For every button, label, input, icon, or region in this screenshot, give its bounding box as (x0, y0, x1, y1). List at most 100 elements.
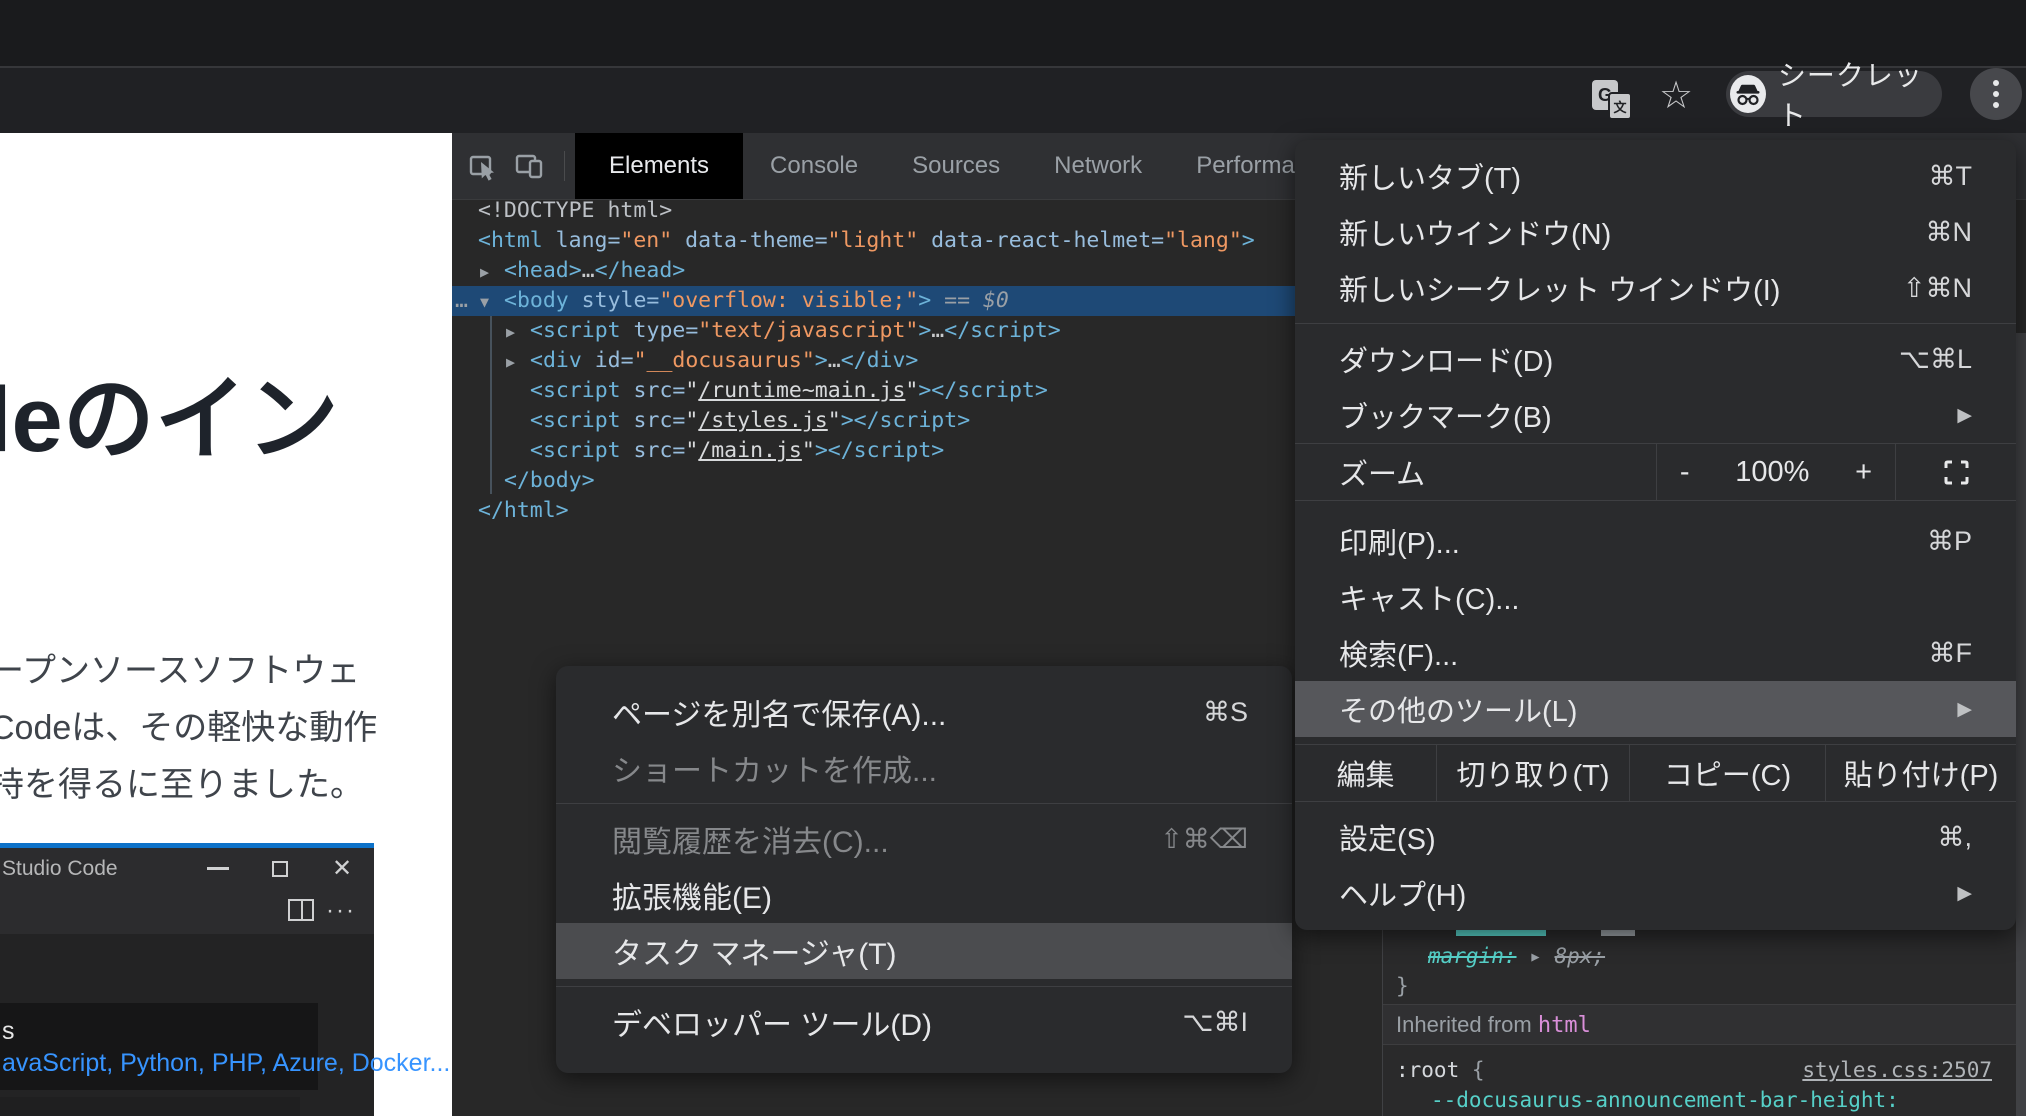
code-token: " (828, 408, 841, 433)
inspect-element-icon[interactable] (468, 151, 498, 181)
dom-node-line[interactable]: </body> (452, 466, 1434, 496)
devtools-tab-console[interactable]: Console (743, 133, 885, 199)
shorthand-expand-icon[interactable]: ▸ (1529, 944, 1542, 968)
code-token: "light" (828, 228, 919, 253)
devtools-tab-elements[interactable]: Elements (575, 133, 743, 199)
code-token: <!DOCTYPE html> (478, 198, 672, 223)
submenu-arrow-icon: ▶ (1957, 882, 1972, 905)
clipped-row-fragment (1456, 930, 1546, 936)
main-menu-item[interactable]: 設定(S)⌘, (1295, 809, 2016, 865)
zoom-level-value: 100% (1735, 456, 1809, 489)
code-token: style= (569, 288, 660, 313)
dom-node-line[interactable]: </html> (452, 496, 1408, 526)
dom-node-line[interactable]: …▼<body style="overflow: visible;"> == $… (452, 286, 1434, 316)
main-menu-item[interactable]: ヘルプ(H)▶ (1295, 865, 2016, 921)
menu-item-edit-action[interactable]: 貼り付け(P) (1825, 745, 2016, 801)
translate-icon[interactable]: G 文 (1592, 78, 1636, 122)
code-token: > (918, 318, 931, 343)
inherited-from-header: Inherited from html (1383, 1004, 2016, 1045)
css-rule-header: :root { styles.css:2507 (1383, 1058, 2016, 1082)
paragraph-line: ープンソースソフトウェ (0, 643, 377, 700)
menu-item-label: デベロッパー ツール(D) (612, 1000, 1182, 1044)
menu-item-label: ダウンロード(D) (1339, 338, 1899, 380)
code-token: > (815, 348, 828, 373)
browser-more-menu-icon[interactable] (1970, 68, 2022, 120)
menu-item-shortcut: ⌘S (1203, 697, 1248, 728)
css-variable-declaration[interactable]: --docusaurus-announcement-bar-height: (1383, 1088, 2026, 1112)
main-menu-divider (1295, 323, 2016, 324)
collapsed-arrow-icon[interactable]: ▶ (506, 317, 530, 347)
vscode-language-links: avaScript, Python, PHP, Azure, Docker... (2, 1049, 450, 1078)
code-token: "overflow: visible;" (659, 288, 918, 313)
inherited-node-link[interactable]: html (1538, 1013, 1591, 1038)
incognito-icon (1730, 75, 1766, 113)
main-menu-item[interactable]: キャスト(C)... (1295, 569, 2016, 625)
main-menu-item[interactable]: 検索(F)...⌘F (1295, 625, 2016, 681)
main-menu-item[interactable]: その他のツール(L)▶ (1295, 681, 2016, 737)
main-menu-item[interactable]: ブックマーク(B)▶ (1295, 387, 2016, 443)
submenu-item[interactable]: デベロッパー ツール(D)⌥⌘I (556, 994, 1292, 1050)
code-token: </script> (944, 318, 1061, 343)
collapsed-arrow-icon[interactable]: ▶ (480, 257, 504, 287)
main-menu-item[interactable]: 印刷(P)...⌘P (1295, 513, 2016, 569)
code-token: </head> (595, 258, 686, 283)
zoom-controls: - 100% + (1656, 444, 1896, 500)
css-declaration-overridden[interactable]: margin: ▸ 8px; (1383, 944, 2026, 968)
code-token: ></script> (815, 438, 944, 463)
menu-item-label: 閲覧履歴を消去(C)... (612, 817, 1160, 861)
menu-item-shortcut: ⌥⌘I (1182, 1007, 1248, 1038)
code-token: " (685, 378, 698, 403)
zoom-out-button[interactable]: - (1680, 456, 1690, 489)
vscode-titlebar: Studio Code ✕ (0, 848, 374, 889)
main-menu-item[interactable]: ダウンロード(D)⌥⌘L (1295, 331, 2016, 387)
page-paragraph: ープンソースソフトウェCodeは、その軽快な動作持を得るに至りました。 (0, 643, 377, 814)
fullscreen-icon[interactable] (1896, 459, 2016, 486)
indent-guide (490, 316, 492, 494)
main-menu-item[interactable]: 新しいタブ(T)⌘T (1295, 148, 2016, 204)
menu-item-shortcut: ⌘P (1927, 526, 1972, 557)
menu-item-edit-action[interactable]: コピー(C) (1629, 745, 1825, 801)
bookmark-star-icon[interactable]: ☆ (1654, 74, 1698, 118)
rule-close-brace: } (1383, 974, 2026, 998)
device-toolbar-icon[interactable] (514, 151, 544, 181)
submenu-item[interactable]: 拡張機能(E) (556, 867, 1292, 923)
node-options-icon[interactable]: … (455, 286, 468, 316)
menu-item-label: ショートカットを作成... (612, 746, 1248, 790)
submenu-divider (556, 986, 1292, 987)
menu-item-label: 新しいタブ(T) (1339, 155, 1929, 197)
collapsed-arrow-icon[interactable]: ▶ (506, 347, 530, 377)
devtools-tab-sources[interactable]: Sources (885, 133, 1027, 199)
vscode-title: Studio Code (2, 848, 118, 889)
code-token: "lang" (1164, 228, 1242, 253)
translate-icon-bun: 文 (1608, 92, 1632, 120)
styles-pane-scrollbar[interactable] (2016, 333, 2026, 1116)
dom-node-line[interactable]: <html lang="en" data-theme="light" data-… (452, 226, 1408, 256)
dom-node-line[interactable]: ▶<head>…</head> (452, 256, 1434, 286)
menu-item-label: 新しいシークレット ウインドウ(I) (1339, 267, 1903, 309)
zoom-in-button[interactable]: + (1855, 456, 1872, 489)
main-menu-item[interactable]: 新しいウインドウ(N)⌘N (1295, 204, 2016, 260)
code-token: <body (504, 288, 569, 313)
chrome-main-menu: 新しいタブ(T)⌘T新しいウインドウ(N)⌘N新しいシークレット ウインドウ(I… (1295, 140, 2016, 930)
close-icon: ✕ (322, 848, 362, 889)
browser-toolbar (0, 66, 2026, 133)
menu-item-label: 検索(F)... (1339, 632, 1929, 674)
menu-item-label: タスク マネージャ(T) (612, 929, 1248, 973)
devtools-tab-network[interactable]: Network (1027, 133, 1169, 199)
dom-node-line[interactable]: <!DOCTYPE html> (452, 196, 1408, 226)
submenu-item[interactable]: タスク マネージャ(T) (556, 923, 1292, 979)
menu-item-label: キャスト(C)... (1339, 576, 1972, 618)
code-token: src= (621, 438, 686, 463)
expanded-arrow-icon[interactable]: ▼ (480, 287, 504, 317)
code-token: </body> (504, 468, 595, 493)
code-token: "__docusaurus" (634, 348, 815, 373)
vscode-panel-strip (0, 1097, 300, 1116)
menu-item-edit-action[interactable]: 切り取り(T) (1436, 745, 1629, 801)
stylesheet-source-link[interactable]: styles.css:2507 (1802, 1058, 1992, 1082)
paragraph-line: Codeは、その軽快な動作 (0, 700, 377, 757)
submenu-arrow-icon: ▶ (1957, 404, 1972, 427)
main-menu-item[interactable]: 新しいシークレット ウインドウ(I)⇧⌘N (1295, 260, 2016, 316)
submenu-item[interactable]: ページを別名で保存(A)...⌘S (556, 684, 1292, 740)
minimize-icon (198, 848, 238, 889)
code-token: > (1242, 228, 1255, 253)
